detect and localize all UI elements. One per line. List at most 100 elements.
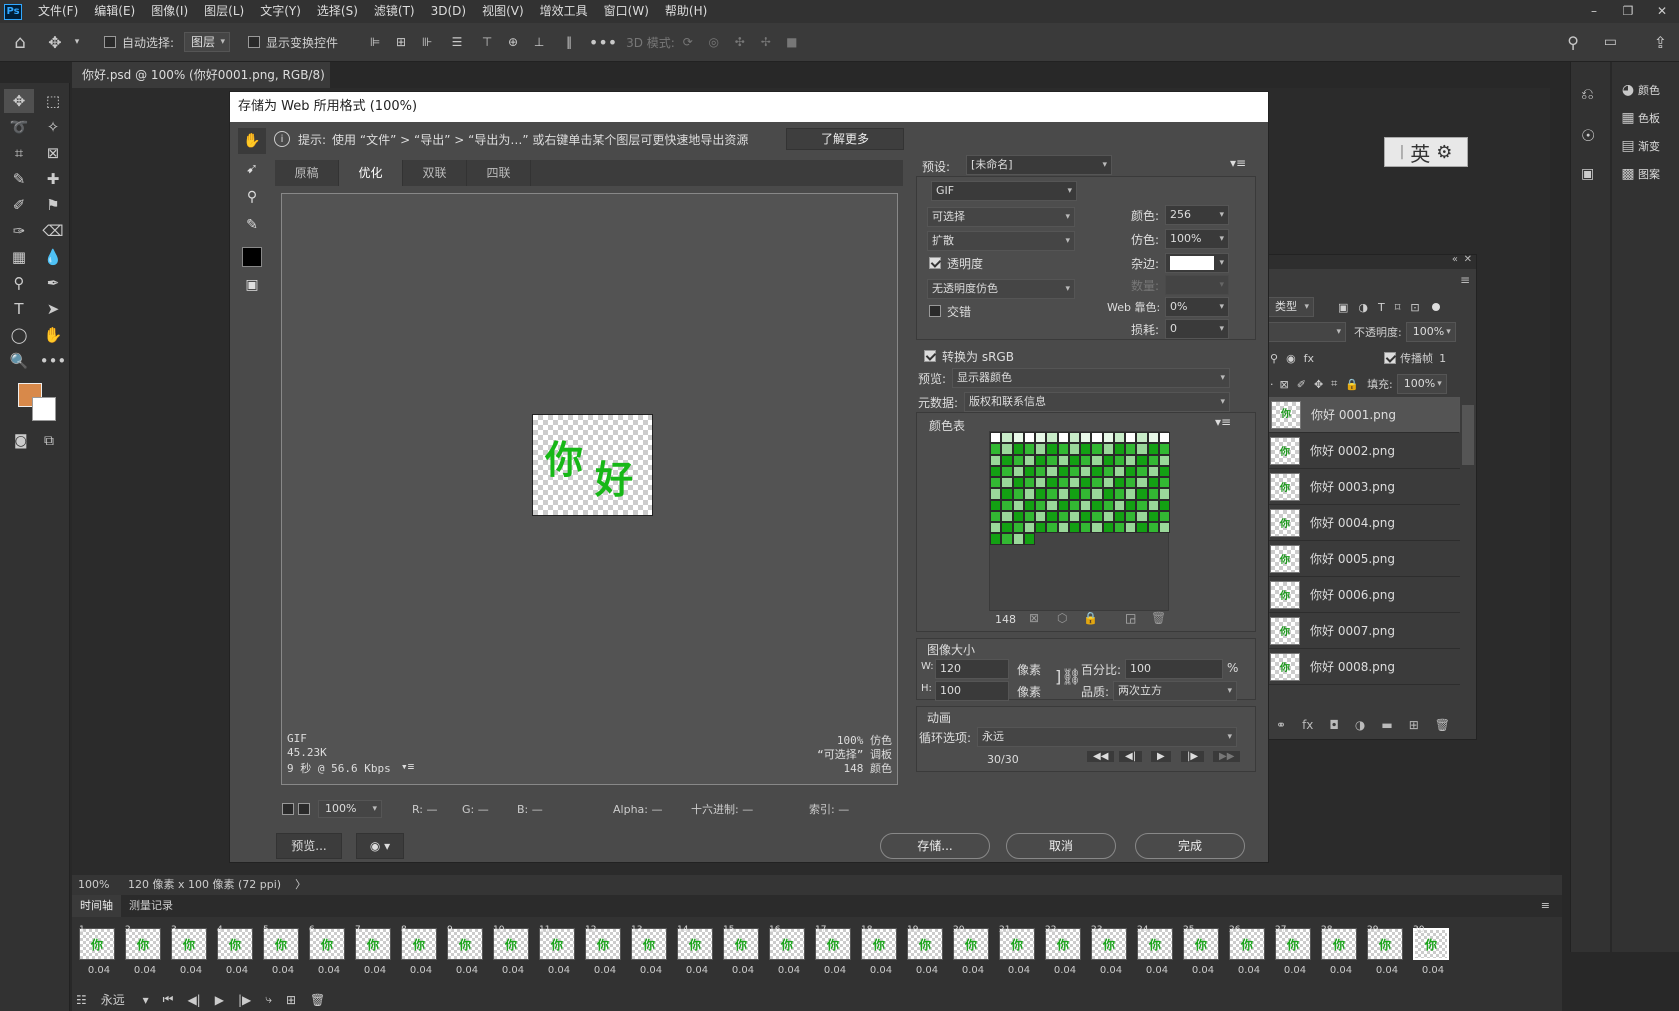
zoom-dropdown[interactable]: 100% ▾ (318, 800, 382, 818)
color-table-swatch[interactable] (1023, 533, 1035, 545)
color-table-swatch[interactable] (1091, 499, 1103, 511)
color-table-swatch[interactable] (1012, 454, 1024, 466)
color-table-swatch[interactable] (1113, 499, 1125, 511)
color-table-menu-icon[interactable]: ▾≡ (1215, 415, 1231, 429)
color-table-swatch[interactable] (1001, 465, 1013, 477)
color-table-swatch[interactable] (1147, 465, 1159, 477)
colors-field[interactable]: 256 ▾ (1165, 205, 1229, 225)
optimize-menu-icon[interactable]: ▾≡ (1230, 156, 1246, 170)
timeline-frame[interactable]: 你 9 0.04 (444, 925, 490, 987)
eyedropper-icon[interactable]: ✎ (238, 212, 266, 238)
color-table-swatch[interactable] (1102, 522, 1114, 534)
color-table-swatch[interactable] (1158, 443, 1170, 455)
timeline-frame[interactable]: 你 11 0.04 (536, 925, 582, 987)
color-table-swatch[interactable] (1046, 499, 1058, 511)
layer-row[interactable]: 你你好 0007.png (1266, 613, 1460, 649)
color-table-swatch[interactable] (1080, 443, 1092, 455)
color-table-swatch[interactable] (1102, 454, 1114, 466)
dither-algo-dropdown[interactable]: 扩散 ▾ (927, 231, 1075, 251)
timeline-frame[interactable]: 你 7 0.04 (352, 925, 398, 987)
frame-delay[interactable]: 0.04 (490, 965, 536, 976)
color-table-swatch[interactable] (1125, 510, 1137, 522)
timeline-frame[interactable]: 你 29 0.04 (1364, 925, 1410, 987)
tab-timeline[interactable]: 时间轴 (72, 895, 121, 917)
prev-frame-button[interactable]: ◀| (1119, 751, 1143, 762)
color-table-swatch[interactable] (1158, 488, 1170, 500)
next-frame-icon[interactable]: |▶ (238, 993, 251, 1007)
timeline-frame[interactable]: 你 12 0.04 (582, 925, 628, 987)
timeline-frame[interactable]: 你 18 0.04 (858, 925, 904, 987)
menu-edit[interactable]: 编辑(E) (86, 0, 143, 23)
color-table-swatch[interactable] (990, 443, 1002, 455)
color-table-swatch[interactable] (1012, 477, 1024, 489)
percent-field[interactable]: 100 (1125, 659, 1223, 679)
new-group-icon[interactable]: ▬ (1381, 718, 1392, 732)
home-icon[interactable]: ⌂ (0, 32, 40, 53)
frame-delay[interactable]: 0.04 (1410, 965, 1456, 976)
color-table-swatch[interactable] (1046, 443, 1058, 455)
transparency-checkbox[interactable] (929, 257, 941, 269)
frame-delay[interactable]: 0.04 (214, 965, 260, 976)
first-frame-icon[interactable]: ⏮ (163, 992, 174, 1007)
color-table-swatch[interactable] (990, 477, 1002, 489)
color-table-swatch[interactable] (1046, 465, 1058, 477)
color-table-swatch[interactable] (1068, 522, 1080, 534)
zoom-tool-icon[interactable]: 🔍 (4, 349, 34, 373)
timeline-frame[interactable]: 你 14 0.04 (674, 925, 720, 987)
distribute-icon[interactable]: ☰ (440, 35, 474, 49)
move-tool-icon[interactable]: ✥ (40, 33, 70, 52)
panel-menu-icon[interactable]: ≡ (1460, 273, 1470, 287)
color-table-swatch[interactable] (1057, 499, 1069, 511)
timeline-frame[interactable]: 你 8 0.04 (398, 925, 444, 987)
color-table-swatch[interactable] (1113, 477, 1125, 489)
color-table-swatch[interactable] (1046, 477, 1058, 489)
gear-icon[interactable]: ⚙ (1436, 142, 1452, 163)
matte-field[interactable]: ▾ (1165, 253, 1229, 273)
color-table-swatch[interactable] (990, 499, 1002, 511)
color-table-swatch[interactable] (1091, 522, 1103, 534)
color-table-swatch[interactable] (1012, 443, 1024, 455)
slice-select-icon[interactable]: ➹ (238, 156, 266, 182)
unify-visibility-icon[interactable]: ◉ (1286, 352, 1296, 365)
color-table-swatch[interactable] (1158, 499, 1170, 511)
workspace-icon[interactable]: ▭ (1604, 34, 1617, 50)
frame-delay[interactable]: 0.04 (1042, 965, 1088, 976)
drag-3d-icon[interactable]: ✣ (727, 35, 753, 49)
search-icon[interactable]: ⚲ (1567, 33, 1579, 52)
color-table-swatch[interactable] (1158, 522, 1170, 534)
browser-select-button[interactable]: ◉ ▾ (356, 833, 404, 859)
restore-icon[interactable]: ❐ (1611, 0, 1645, 23)
color-table-swatch[interactable] (1012, 465, 1024, 477)
amount-field[interactable]: ▾ (1165, 275, 1229, 295)
color-table-swatch[interactable] (1023, 499, 1035, 511)
layer-row[interactable]: 你你好 0005.png (1266, 541, 1460, 577)
frame-delay[interactable]: 0.04 (582, 965, 628, 976)
color-table-swatch[interactable] (1001, 510, 1013, 522)
link-layers-icon[interactable]: ⚭ (1276, 718, 1286, 732)
filter-adjust-icon[interactable]: ◑ (1358, 301, 1368, 314)
pen-tool-icon[interactable]: ✒ (38, 271, 68, 295)
height-field[interactable]: 100 (935, 681, 1009, 701)
color-table-swatch[interactable] (1080, 454, 1092, 466)
frame-delay[interactable]: 0.04 (122, 965, 168, 976)
frame-delay[interactable]: 0.04 (398, 965, 444, 976)
layer-kind-filter[interactable]: 类型 ▾ (1268, 297, 1314, 317)
color-table-swatch[interactable] (1023, 465, 1035, 477)
color-table-swatch[interactable] (1147, 432, 1159, 444)
tab-optimized[interactable]: 优化 (339, 160, 403, 186)
eraser-icon[interactable]: ⌫ (38, 219, 68, 243)
align-vcenter-icon[interactable]: ⊕ (500, 35, 526, 49)
timeline-frame[interactable]: 你 10 0.04 (490, 925, 536, 987)
screen-mode-icon[interactable]: ⧉ (44, 433, 54, 449)
color-table[interactable] (989, 431, 1170, 611)
color-table-swatch[interactable] (1102, 465, 1114, 477)
color-table-swatch[interactable] (1113, 465, 1125, 477)
panel-gradients[interactable]: ▤ 渐变 (1612, 132, 1679, 160)
timeline-frame[interactable]: 你 5 0.04 (260, 925, 306, 987)
fill-field[interactable]: 100% ▾ (1396, 374, 1447, 394)
color-table-swatch[interactable] (1136, 488, 1148, 500)
convert-srgb-checkbox[interactable] (924, 350, 936, 362)
color-table-swatch[interactable] (1057, 454, 1069, 466)
toggle-preview-right-icon[interactable] (298, 803, 310, 815)
duplicate-frame-icon[interactable]: ⊞ (286, 993, 296, 1007)
